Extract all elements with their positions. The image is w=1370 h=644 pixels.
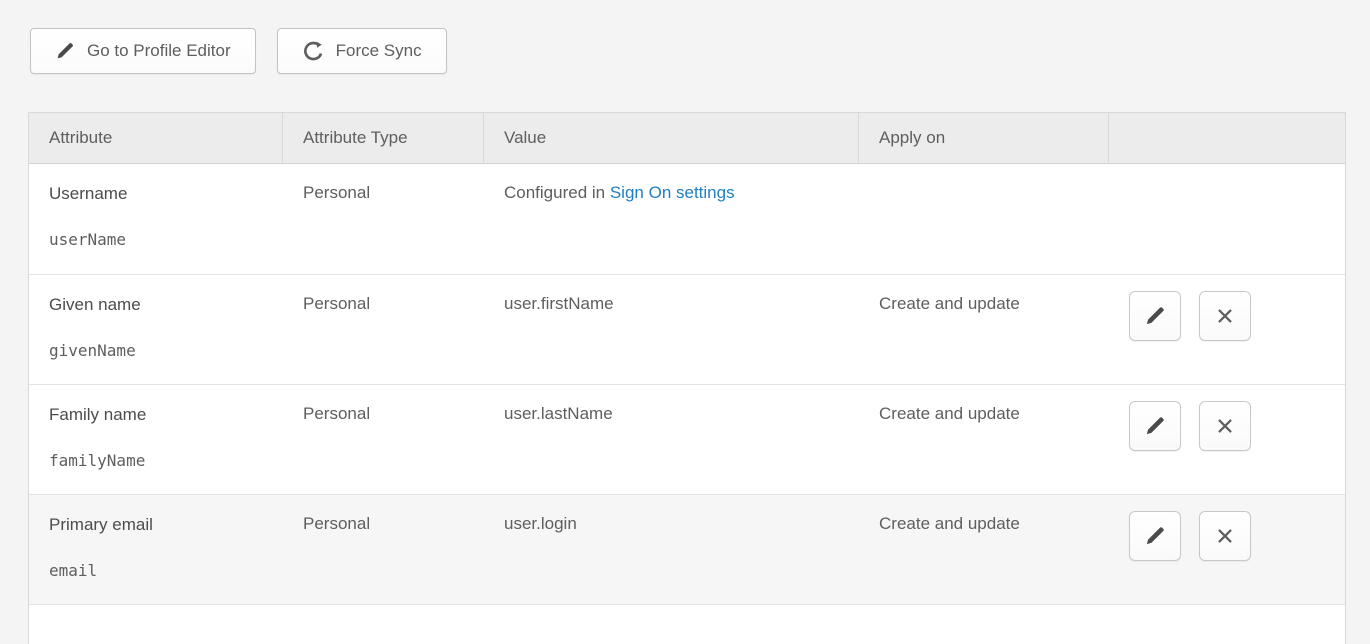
- pencil-icon: [1144, 525, 1166, 547]
- x-icon: [1214, 525, 1236, 547]
- value-cell: Configured in Sign On settings: [484, 164, 859, 274]
- delete-attribute-button[interactable]: [1199, 291, 1251, 341]
- table-row-username: Username userName Personal Configured in…: [29, 164, 1345, 274]
- force-sync-button[interactable]: Force Sync: [277, 28, 447, 74]
- pencil-icon: [1144, 305, 1166, 327]
- attribute-type-cell: Personal: [283, 384, 484, 494]
- attribute-display-name: Primary email: [49, 514, 273, 536]
- attribute-mappings-page: Go to Profile Editor Force Sync Attribut…: [0, 0, 1370, 644]
- attribute-variable-name: familyName: [49, 451, 273, 471]
- sign-on-settings-link[interactable]: Sign On settings: [610, 183, 735, 202]
- value-prefix-text: Configured in: [504, 183, 610, 202]
- column-header-attribute: Attribute: [29, 113, 283, 164]
- x-icon: [1214, 305, 1236, 327]
- attribute-cell: Given name givenName: [29, 274, 283, 384]
- attribute-cell: Primary email email: [29, 494, 283, 604]
- attribute-type-cell: Personal: [283, 274, 484, 384]
- attribute-cell: Username userName: [29, 164, 283, 274]
- actions-cell: [1109, 164, 1345, 274]
- attribute-cell: Family name familyName: [29, 384, 283, 494]
- edit-attribute-button[interactable]: [1129, 291, 1181, 341]
- attribute-variable-name: givenName: [49, 341, 273, 361]
- table-header: Attribute Attribute Type Value Apply on: [29, 113, 1345, 164]
- x-icon: [1214, 415, 1236, 437]
- attribute-type-cell: Personal: [283, 494, 484, 604]
- attribute-display-name: Given name: [49, 294, 273, 316]
- apply-on-cell: Create and update: [859, 274, 1109, 384]
- attribute-display-name: Family name: [49, 404, 273, 426]
- delete-attribute-button[interactable]: [1199, 511, 1251, 561]
- value-cell: user.lastName: [484, 384, 859, 494]
- delete-attribute-button[interactable]: [1199, 401, 1251, 451]
- table-row-given-name: Given name givenName Personal user.first…: [29, 274, 1345, 384]
- pencil-icon: [1144, 415, 1166, 437]
- attribute-mapping-table: Attribute Attribute Type Value Apply on …: [28, 112, 1346, 644]
- column-header-value: Value: [484, 113, 859, 164]
- actions-cell: [1109, 384, 1345, 494]
- edit-attribute-button[interactable]: [1129, 511, 1181, 561]
- attribute-type-cell: Personal: [283, 164, 484, 274]
- go-to-profile-editor-button[interactable]: Go to Profile Editor: [30, 28, 256, 74]
- actions-cell: [1109, 494, 1345, 604]
- go-to-profile-editor-label: Go to Profile Editor: [87, 41, 231, 61]
- value-cell: user.login: [484, 494, 859, 604]
- refresh-icon: [302, 40, 324, 62]
- apply-on-cell: [859, 164, 1109, 274]
- table-row-family-name: Family name familyName Personal user.las…: [29, 384, 1345, 494]
- value-cell: user.firstName: [484, 274, 859, 384]
- toolbar: Go to Profile Editor Force Sync: [30, 28, 1344, 74]
- column-header-apply-on: Apply on: [859, 113, 1109, 164]
- apply-on-cell: Create and update: [859, 494, 1109, 604]
- table-row-primary-email: Primary email email Personal user.login …: [29, 494, 1345, 604]
- apply-on-cell: Create and update: [859, 384, 1109, 494]
- attribute-display-name: Username: [49, 183, 273, 205]
- table-row-partial: [29, 604, 1345, 644]
- attribute-variable-name: email: [49, 561, 273, 581]
- column-header-actions: [1109, 113, 1345, 164]
- attribute-variable-name: userName: [49, 230, 273, 250]
- column-header-attribute-type: Attribute Type: [283, 113, 484, 164]
- pencil-icon: [55, 41, 75, 61]
- edit-attribute-button[interactable]: [1129, 401, 1181, 451]
- force-sync-label: Force Sync: [336, 41, 422, 61]
- actions-cell: [1109, 274, 1345, 384]
